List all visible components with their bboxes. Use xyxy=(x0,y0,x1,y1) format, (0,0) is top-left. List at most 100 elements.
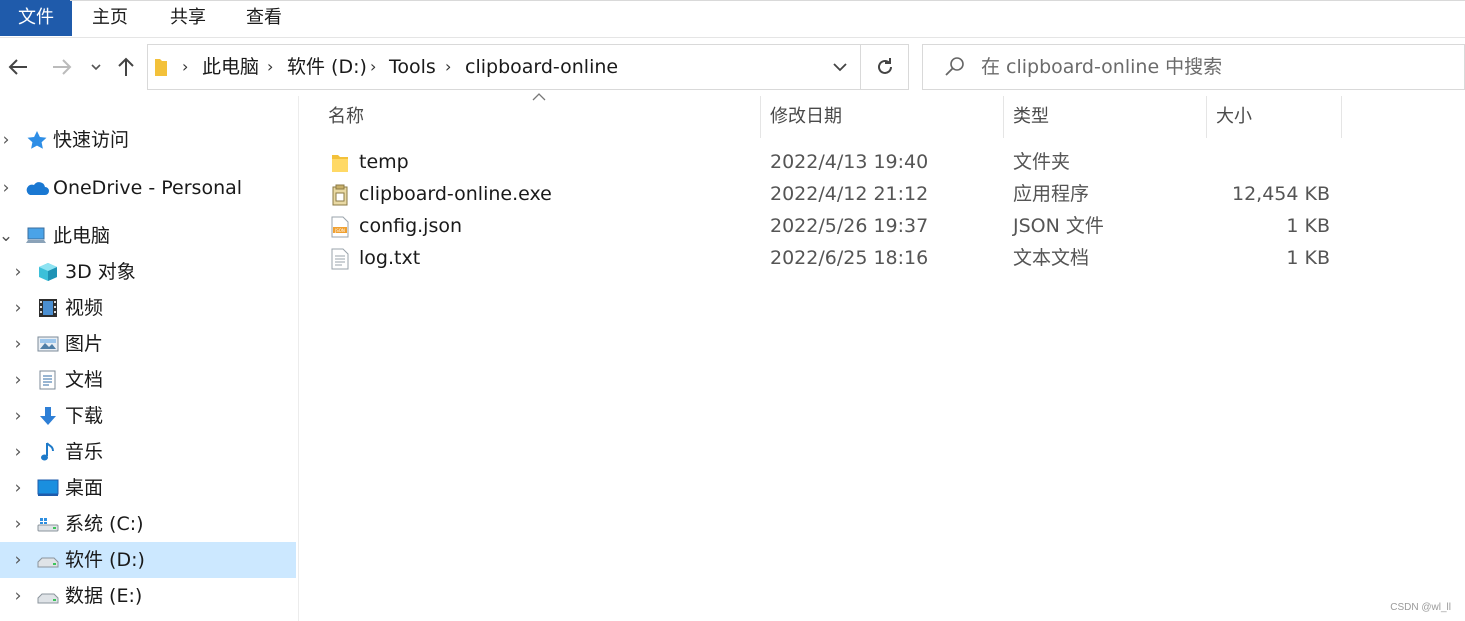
column-header-name[interactable]: 名称 xyxy=(318,96,761,138)
forward-button[interactable] xyxy=(48,50,76,84)
sidebar-item-label: 视频 xyxy=(65,297,104,319)
file-type: 应用程序 xyxy=(1013,183,1090,205)
chevron-right-icon[interactable]: › xyxy=(10,506,26,542)
breadcrumb-separator[interactable]: › xyxy=(445,45,451,89)
sidebar-item-label: 3D 对象 xyxy=(65,261,136,283)
star-icon xyxy=(27,131,47,149)
breadcrumb-separator[interactable]: › xyxy=(370,45,376,89)
column-header-type[interactable]: 类型 xyxy=(1004,96,1206,138)
sidebar-item-label: 文档 xyxy=(65,369,104,391)
sidebar-item-drive-d[interactable]: › 软件 (D:) xyxy=(0,542,296,578)
file-type: 文件夹 xyxy=(1013,151,1071,173)
picture-icon xyxy=(37,336,59,352)
sidebar-item-videos[interactable]: › 视频 xyxy=(0,290,296,326)
breadcrumb-clipboard-online[interactable]: clipboard-online xyxy=(465,45,618,89)
column-header-size[interactable]: 大小 xyxy=(1207,96,1341,138)
sidebar-item-this-pc[interactable]: ⌄ 此电脑 xyxy=(0,218,296,254)
chevron-down-icon xyxy=(91,64,101,71)
file-date: 2022/6/25 18:16 xyxy=(770,247,929,269)
sidebar-item-drive-e[interactable]: › 数据 (E:) xyxy=(0,578,296,614)
folder-icon xyxy=(155,59,167,76)
column-label: 修改日期 xyxy=(770,106,842,127)
back-button[interactable] xyxy=(4,50,32,84)
text-file-icon xyxy=(331,248,349,270)
arrow-up-icon xyxy=(118,57,134,76)
column-label: 大小 xyxy=(1216,106,1252,127)
sidebar-item-label: 此电脑 xyxy=(53,225,111,247)
search-box[interactable] xyxy=(922,44,1465,90)
chevron-right-icon[interactable]: › xyxy=(10,326,26,362)
sidebar-item-documents[interactable]: › 文档 xyxy=(0,362,296,398)
file-name: temp xyxy=(359,151,409,173)
breadcrumb-drive-d[interactable]: 软件 (D:) xyxy=(287,45,367,89)
refresh-icon xyxy=(878,58,892,74)
file-row[interactable]: temp 2022/4/13 19:40 文件夹 xyxy=(318,146,1348,178)
file-row[interactable]: clipboard-online.exe 2022/4/12 21:12 应用程… xyxy=(318,178,1348,210)
tab-view[interactable]: 查看 xyxy=(226,0,302,36)
up-button[interactable] xyxy=(112,50,140,84)
sidebar-item-onedrive[interactable]: › OneDrive - Personal xyxy=(0,170,296,206)
sidebar-item-label: 音乐 xyxy=(65,441,104,463)
file-row[interactable]: log.txt 2022/6/25 18:16 文本文档 1 KB xyxy=(318,242,1348,274)
download-icon xyxy=(40,407,56,425)
chevron-right-icon[interactable]: › xyxy=(10,398,26,434)
sidebar-item-label: OneDrive - Personal xyxy=(53,177,243,199)
chevron-right-icon[interactable]: › xyxy=(10,578,26,614)
watermark: CSDN @wl_ll xyxy=(1390,602,1451,613)
navigation-bar: › 此电脑 › 软件 (D:) › Tools › clipboard-onli… xyxy=(0,40,1465,94)
refresh-button[interactable] xyxy=(861,45,909,89)
chevron-right-icon[interactable]: › xyxy=(10,290,26,326)
file-type: 文本文档 xyxy=(1013,247,1090,269)
computer-icon xyxy=(26,227,46,243)
chevron-right-icon[interactable]: › xyxy=(10,470,26,506)
sidebar-item-label: 快速访问 xyxy=(53,129,130,151)
folder-icon xyxy=(332,155,348,172)
tab-home[interactable]: 主页 xyxy=(72,0,148,36)
file-row[interactable]: JSON config.json 2022/5/26 19:37 JSON 文件… xyxy=(318,210,1348,242)
navigation-pane: › 快速访问 › OneDrive - Personal ⌄ 此电脑 › 3D … xyxy=(0,112,298,621)
breadcrumb-tools[interactable]: Tools xyxy=(389,45,436,89)
column-header-date[interactable]: 修改日期 xyxy=(761,96,1003,138)
drive-icon xyxy=(37,557,59,568)
sidebar-item-label: 软件 (D:) xyxy=(65,549,145,571)
music-icon xyxy=(41,442,54,461)
sidebar-item-downloads[interactable]: › 下载 xyxy=(0,398,296,434)
tab-share[interactable]: 共享 xyxy=(150,0,226,36)
chevron-right-icon[interactable]: › xyxy=(0,170,14,206)
sidebar-item-desktop[interactable]: › 桌面 xyxy=(0,470,296,506)
tab-file[interactable]: 文件 xyxy=(0,0,72,36)
address-dropdown-button[interactable] xyxy=(820,45,860,89)
chevron-down-icon[interactable]: ⌄ xyxy=(0,218,14,254)
address-bar[interactable]: › 此电脑 › 软件 (D:) › Tools › clipboard-onli… xyxy=(147,44,909,90)
sidebar-item-drive-c[interactable]: › 系统 (C:) xyxy=(0,506,296,542)
recent-locations-button[interactable] xyxy=(86,50,106,84)
document-icon xyxy=(39,370,56,390)
file-type: JSON 文件 xyxy=(1013,215,1104,237)
file-date: 2022/4/12 21:12 xyxy=(770,183,929,205)
sidebar-item-quick-access[interactable]: › 快速访问 xyxy=(0,122,296,158)
cube-icon xyxy=(39,263,57,281)
svg-text:JSON: JSON xyxy=(334,228,345,233)
chevron-right-icon[interactable]: › xyxy=(10,434,26,470)
search-input[interactable] xyxy=(981,49,1451,85)
column-separator[interactable] xyxy=(1341,96,1342,138)
sidebar-item-music[interactable]: › 音乐 xyxy=(0,434,296,470)
column-label: 名称 xyxy=(328,106,364,127)
chevron-right-icon[interactable]: › xyxy=(10,542,26,578)
breadcrumb-separator[interactable]: › xyxy=(267,45,273,89)
arrow-left-icon xyxy=(8,59,27,75)
breadcrumb-separator[interactable]: › xyxy=(182,45,188,89)
sidebar-item-label: 系统 (C:) xyxy=(65,513,144,535)
sidebar-item-pictures[interactable]: › 图片 xyxy=(0,326,296,362)
sidebar-item-3d-objects[interactable]: › 3D 对象 xyxy=(0,254,296,290)
chevron-right-icon[interactable]: › xyxy=(10,362,26,398)
chevron-right-icon[interactable]: › xyxy=(0,122,14,158)
file-size: 12,454 KB xyxy=(1231,183,1330,205)
executable-icon xyxy=(332,184,348,206)
sidebar-item-label: 下载 xyxy=(65,405,104,427)
chevron-right-icon[interactable]: › xyxy=(10,254,26,290)
file-size: 1 KB xyxy=(1286,247,1330,269)
cloud-icon xyxy=(26,182,49,195)
sidebar-item-label: 数据 (E:) xyxy=(65,585,143,607)
breadcrumb-this-pc[interactable]: 此电脑 xyxy=(202,45,259,89)
